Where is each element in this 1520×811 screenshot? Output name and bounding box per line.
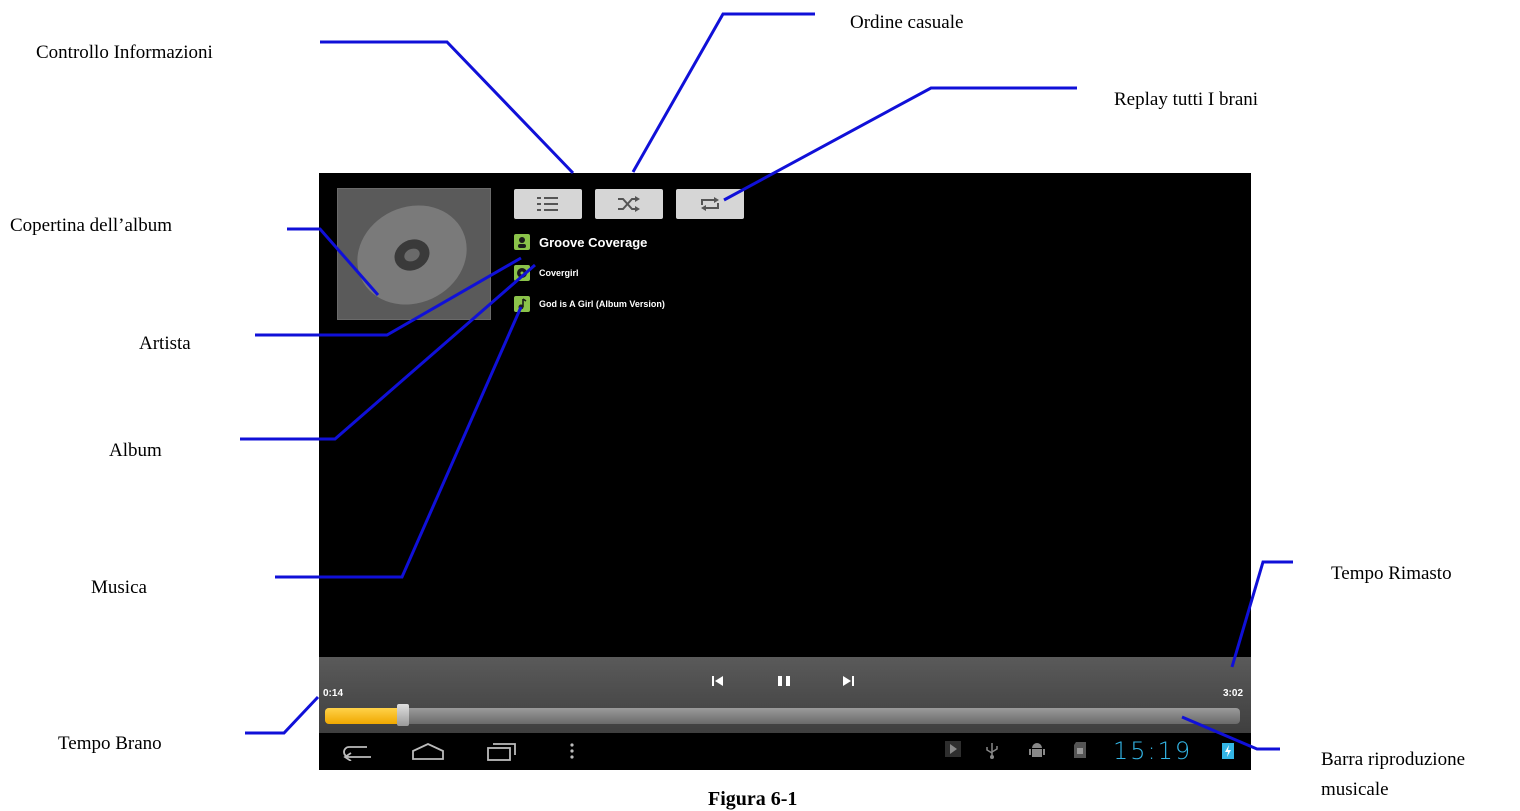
callout-lines	[240, 12, 1293, 751]
